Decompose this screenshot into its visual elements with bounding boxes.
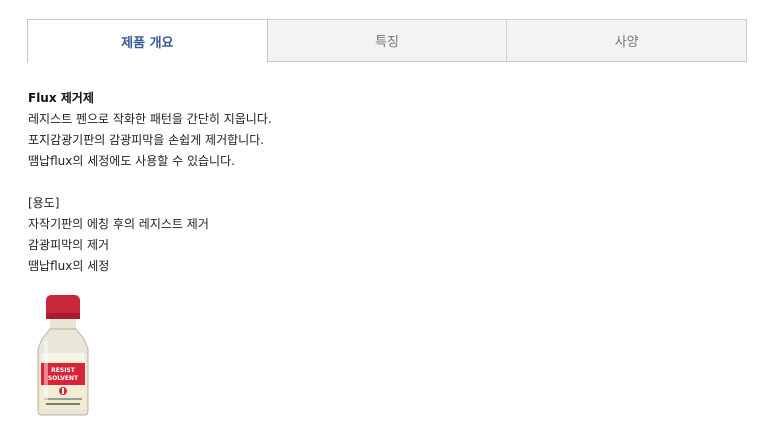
tab-product-overview[interactable]: 제품 개요 <box>27 19 268 63</box>
product-title: Flux 제거제 <box>28 91 94 105</box>
bottle-illustration: RESIST SOLVENT <box>37 295 89 416</box>
svg-text:RESIST: RESIST <box>51 367 76 374</box>
tab-bar: 제품 개요 특징 사양 <box>27 19 748 63</box>
usage-line: 감광피막의 제거 <box>28 238 110 252</box>
product-description: Flux 제거제 레지스트 펜으로 작화한 패턴을 간단히 지웁니다. 포지감광… <box>28 88 728 277</box>
svg-text:SOLVENT: SOLVENT <box>48 375 79 382</box>
usage-line: 자작기판의 에칭 후의 레지스트 제거 <box>28 217 209 231</box>
tab-specifications[interactable]: 사양 <box>507 19 748 61</box>
overview-line: 포지감광기판의 감광피막을 손쉽게 제거합니다. <box>28 133 265 147</box>
usage-heading: [용도] <box>28 196 60 210</box>
usage-line: 땜납flux의 세정 <box>28 259 110 273</box>
overview-line: 땜납flux의 세정에도 사용할 수 있습니다. <box>28 154 235 168</box>
tab-features[interactable]: 특징 <box>267 19 508 61</box>
product-bottle-image: RESIST SOLVENT <box>32 293 94 417</box>
overview-line: 레지스트 펜으로 작화한 패턴을 간단히 지웁니다. <box>28 112 272 126</box>
